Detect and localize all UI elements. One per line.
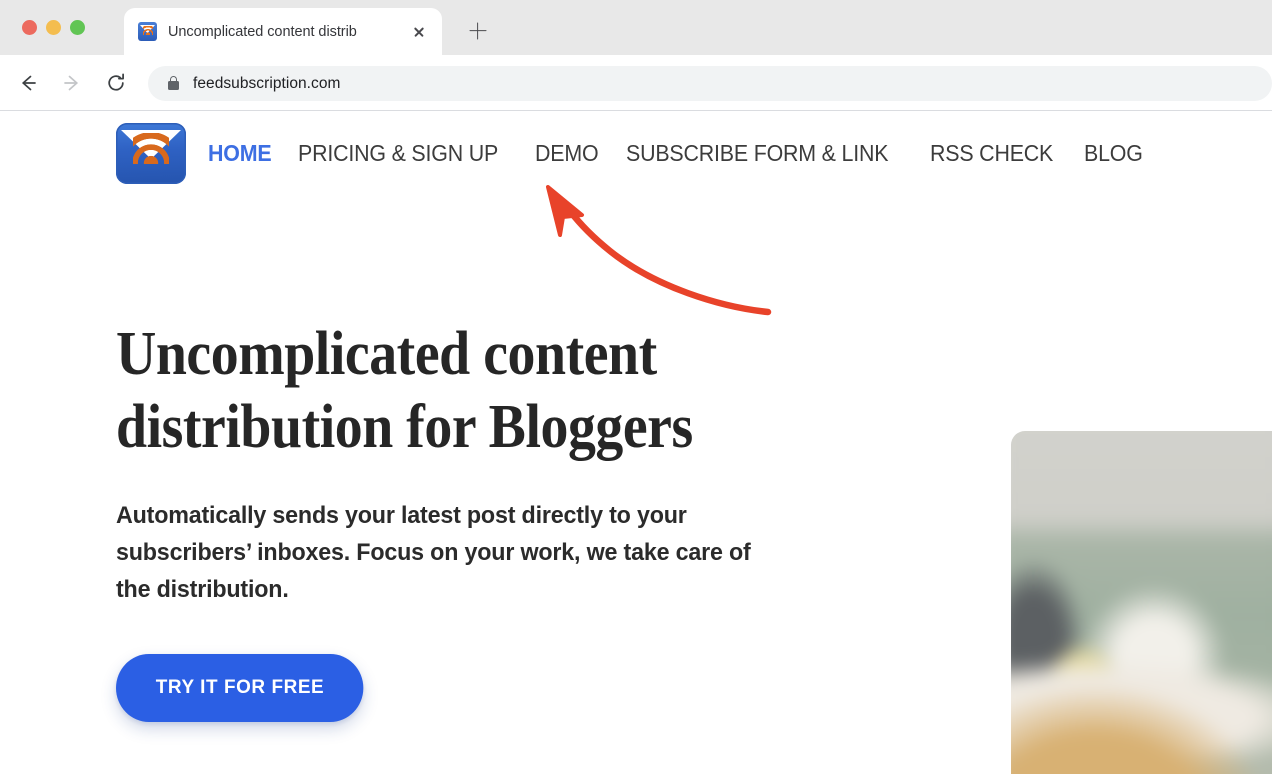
close-window-button[interactable] (22, 20, 37, 35)
forward-icon[interactable] (55, 66, 89, 100)
hero-subheading: Automatically sends your latest post dir… (116, 502, 751, 603)
nav-item-blog[interactable]: BLOG (1084, 140, 1163, 167)
tab-title: Uncomplicated content distrib (168, 23, 357, 40)
hero-image (1011, 431, 1272, 774)
window-controls (22, 20, 85, 35)
page-viewport: HOME PRICING & SIGN UP DEMO SUBSCRIBE FO… (0, 111, 1272, 774)
site-nav-links: HOME PRICING & SIGN UP DEMO SUBSCRIBE FO… (208, 140, 1169, 167)
site-logo-icon[interactable] (116, 123, 186, 184)
reload-icon[interactable] (99, 66, 133, 100)
lock-icon (167, 76, 180, 91)
try-it-for-free-button[interactable]: TRY IT FOR FREE (116, 654, 364, 723)
browser-tab[interactable]: Uncomplicated content distrib (124, 8, 442, 55)
nav-item-demo[interactable]: DEMO (535, 140, 619, 167)
nav-item-home[interactable]: HOME (208, 140, 292, 167)
hero-image-photo (1011, 431, 1272, 774)
new-tab-icon[interactable] (464, 17, 491, 44)
page-title: Uncomplicated content distribution for B… (116, 320, 693, 461)
back-icon[interactable] (11, 66, 45, 100)
maximize-window-button[interactable] (70, 20, 85, 35)
url-text[interactable]: feedsubscription.com (193, 75, 340, 93)
tab-favicon-icon (138, 22, 157, 41)
browser-toolbar: feedsubscription.com (0, 55, 1272, 111)
browser-window: Uncomplicated content distrib feedsubscr… (0, 0, 1272, 774)
site-header: HOME PRICING & SIGN UP DEMO SUBSCRIBE FO… (0, 111, 1272, 196)
nav-item-subscribe-form-link[interactable]: SUBSCRIBE FORM & LINK (626, 140, 909, 167)
address-bar[interactable]: feedsubscription.com (148, 66, 1272, 101)
tab-strip: Uncomplicated content distrib (0, 0, 1272, 55)
hero-section: Uncomplicated content distribution for B… (116, 318, 856, 723)
nav-item-rss-check[interactable]: RSS CHECK (930, 140, 1074, 167)
close-tab-icon[interactable] (408, 21, 430, 43)
nav-item-pricing-sign-up[interactable]: PRICING & SIGN UP (298, 140, 519, 167)
minimize-window-button[interactable] (46, 20, 61, 35)
